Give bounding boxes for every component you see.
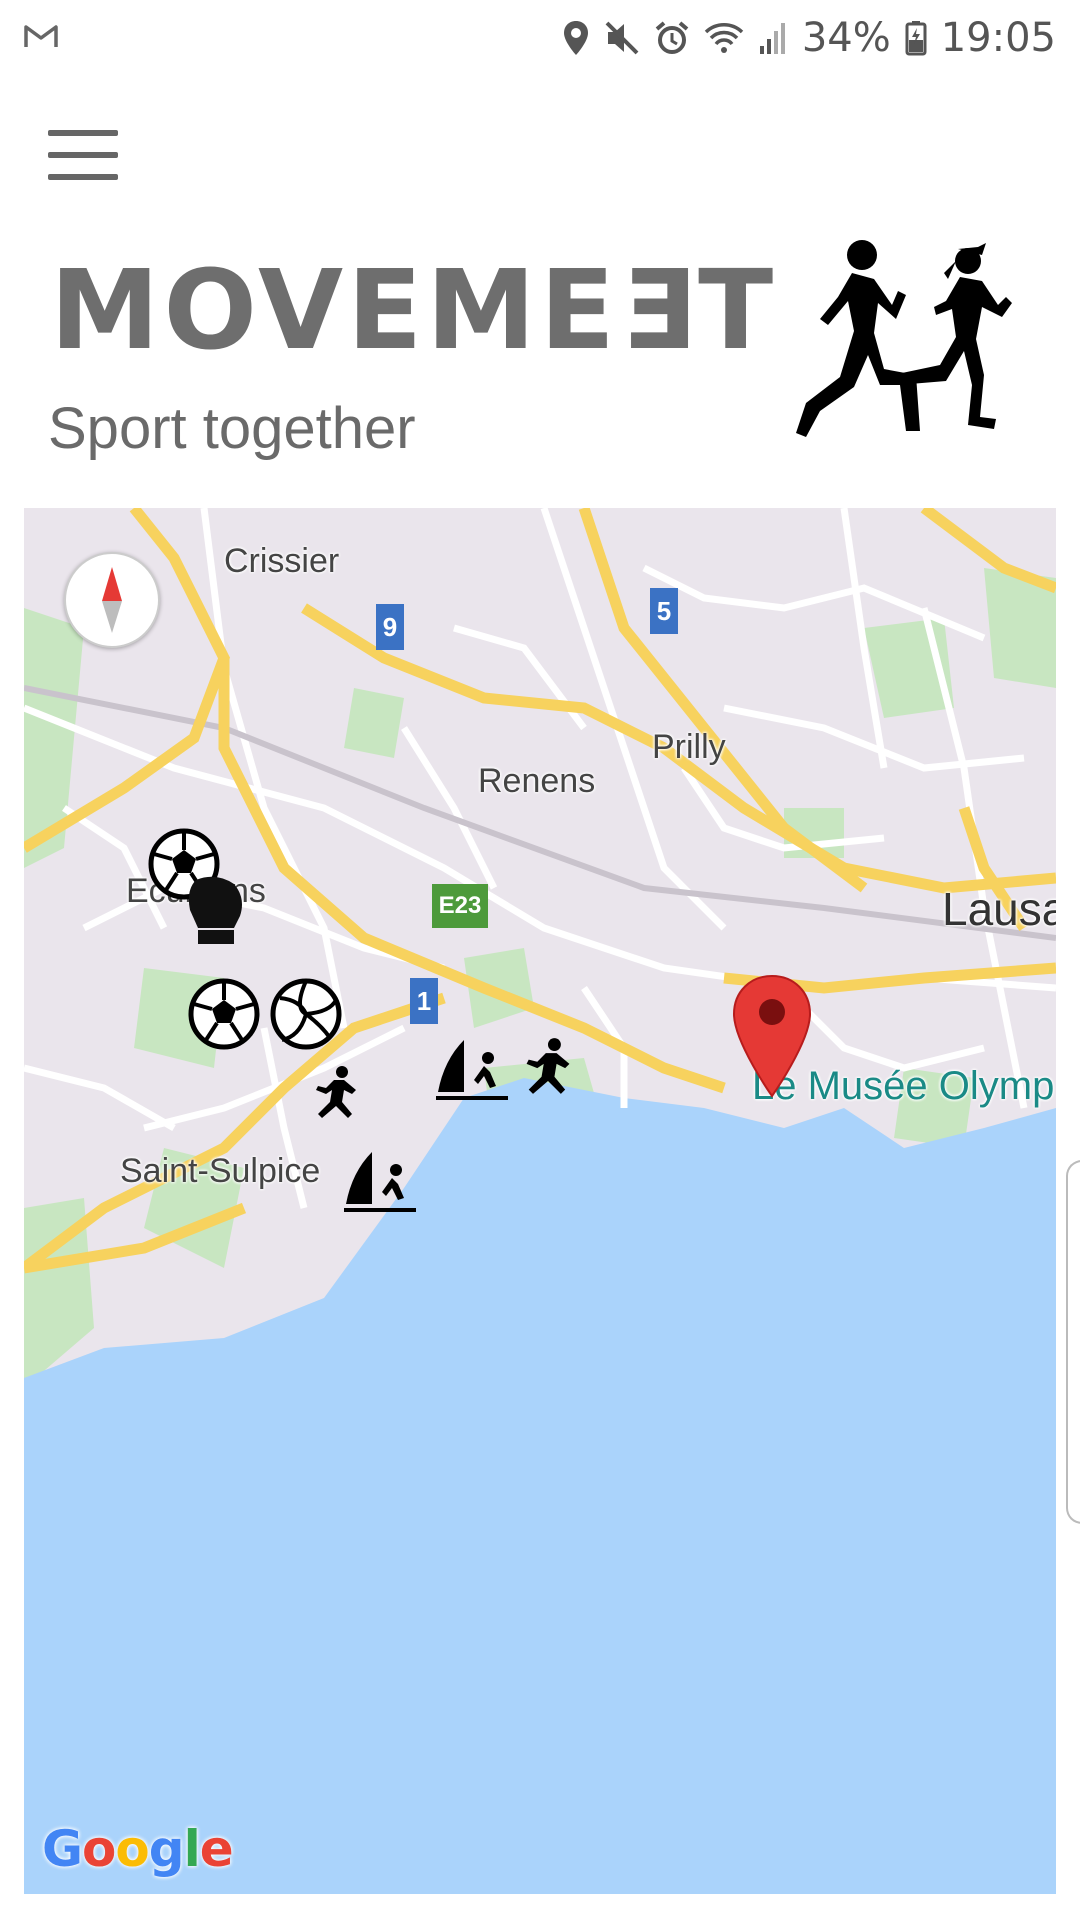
windsurfing-icon[interactable] [434,1036,510,1113]
mute-icon [604,20,640,56]
app-logo: MOVEMEET [50,246,778,374]
battery-percent: 34% [801,15,891,61]
location-icon [562,19,590,57]
map-view[interactable]: Crissier Prilly Renens Ecublens Lausa Sa… [24,508,1056,1894]
hamburger-menu-icon[interactable] [48,130,118,180]
clock: 19:05 [940,15,1056,61]
compass-icon[interactable] [64,552,160,648]
volleyball-icon[interactable] [270,978,342,1055]
wifi-icon [704,21,744,55]
boxing-glove-icon[interactable] [182,874,248,951]
place-label-renens: Renens [478,762,596,800]
road-shield-5: 5 [650,588,678,634]
soccer-ball-icon[interactable] [188,978,260,1055]
edge-panel-handle[interactable] [1066,1160,1080,1524]
windsurfing-icon[interactable] [342,1148,418,1225]
road-shield-e23: E23 [432,884,488,928]
place-label-prilly: Prilly [652,728,726,766]
place-label-saint-sulpice: Saint-Sulpice [120,1152,321,1190]
runners-illustration [750,235,1030,460]
gmail-icon [24,23,58,54]
location-pin-icon[interactable] [732,974,812,1103]
road-shield-9: 9 [376,604,404,650]
alarm-icon [654,20,690,56]
map-base-layer [24,508,1056,1894]
place-label-lausanne: Lausa [942,883,1056,935]
signal-icon [758,20,788,56]
google-attribution-logo: Google [42,1820,234,1878]
running-person-icon[interactable] [308,1064,364,1125]
road-shield-1: 1 [410,978,438,1024]
tagline: Sport together [48,396,416,461]
running-person-icon[interactable] [518,1036,578,1101]
battery-icon [905,20,927,56]
status-bar: 34% 19:05 [0,0,1080,76]
place-label-crissier: Crissier [224,542,340,580]
